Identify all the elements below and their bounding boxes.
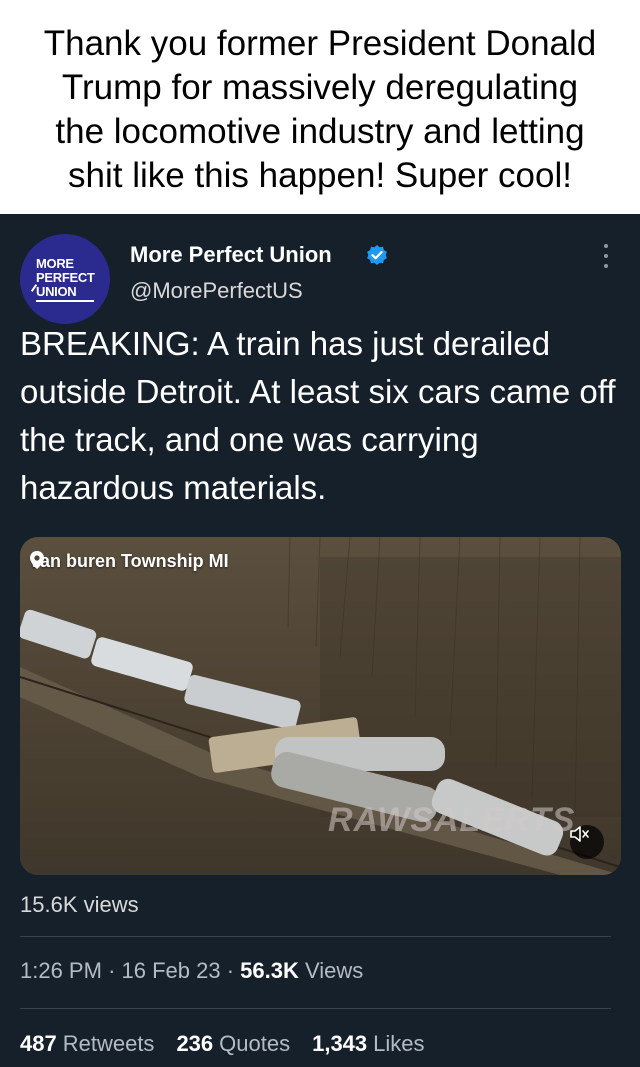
retweets-count: 487 [20, 1031, 57, 1056]
mute-button[interactable] [570, 825, 604, 859]
separator-dot: · [226, 958, 235, 983]
quotes-count: 236 [176, 1031, 214, 1056]
caption-line: Thank you former President Donald [43, 24, 597, 63]
likes-count: 1,343 [312, 1031, 368, 1056]
likes-label: Likes [373, 1031, 425, 1056]
engagement-stats: 487 Retweets 236 Quotes 1,343 Likes [20, 1031, 425, 1057]
video-player[interactable]: van buren Township MI RAWSALERTS [20, 537, 621, 875]
mute-icon [570, 826, 589, 842]
divider [20, 1008, 611, 1009]
avatar-logo-text: UNION [36, 284, 77, 299]
avatar-logo-underline [36, 300, 94, 302]
avatar-logo-text: MORE [36, 256, 74, 271]
more-options-icon[interactable] [600, 244, 612, 276]
location-text: van buren Township MI [30, 551, 229, 571]
tweet-time[interactable]: 1:26 PM [20, 958, 102, 983]
verified-badge-icon [367, 245, 387, 265]
account-handle[interactable]: @MorePerfectUS [130, 278, 303, 304]
video-watermark: RAWSALERTS [328, 801, 576, 839]
account-name[interactable]: More Perfect Union [130, 242, 332, 268]
views-label: Views [305, 958, 364, 983]
likes-stat[interactable]: 1,343 Likes [312, 1031, 424, 1057]
caption-line: the locomotive industry and letting [55, 112, 585, 151]
caption-line: Trump for massively deregulating [61, 68, 579, 107]
video-view-count: 15.6K views [20, 892, 139, 917]
tweet-text: BREAKING: A train has just derailed outs… [20, 325, 616, 506]
location-pin-icon [30, 551, 44, 569]
divider [20, 936, 611, 937]
tweet-timestamp: 1:26 PM · 16 Feb 23 · 56.3K Views [20, 958, 363, 984]
retweets-label: Retweets [62, 1031, 155, 1056]
quotes-label: Quotes [219, 1031, 291, 1056]
tweet-date[interactable]: 16 Feb 23 [122, 958, 221, 983]
retweets-stat[interactable]: 487 Retweets [20, 1031, 154, 1057]
meme-caption: Thank you former President Donald Trump … [0, 0, 640, 214]
avatar-logo-text: PERFECT [36, 270, 95, 285]
views-number: 56.3K [240, 958, 299, 983]
tweet-card: MORE PERFECT UNION More Perfect Union @M… [0, 214, 640, 1067]
avatar[interactable]: MORE PERFECT UNION [20, 234, 110, 324]
location-tag: van buren Township MI [30, 551, 229, 572]
quotes-stat[interactable]: 236 Quotes [176, 1031, 290, 1057]
separator-dot: · [108, 958, 116, 983]
caption-line: shit like this happen! Super cool! [68, 156, 572, 195]
